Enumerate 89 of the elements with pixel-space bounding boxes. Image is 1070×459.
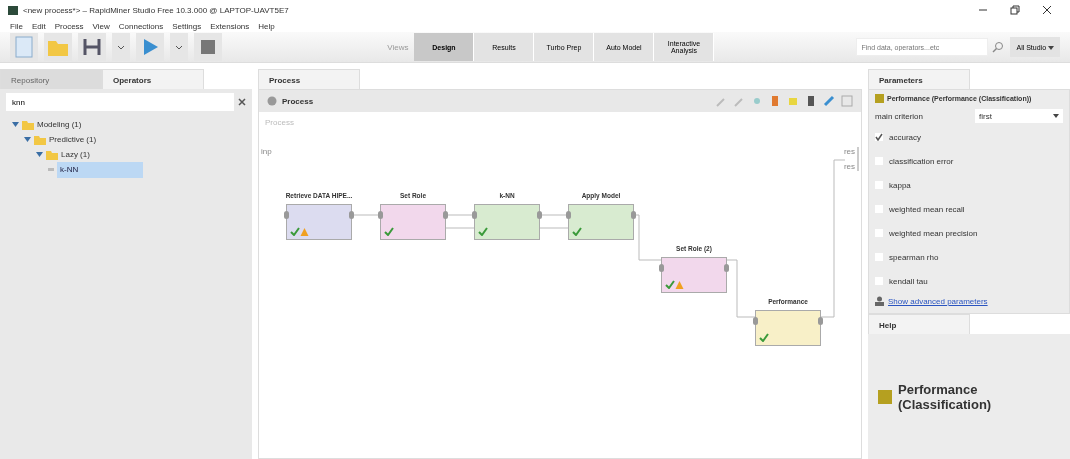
menu-item[interactable]: Settings [172, 21, 202, 31]
connection-line [444, 227, 476, 229]
port-label: res [843, 147, 855, 156]
output-port[interactable] [724, 264, 729, 272]
note-icon[interactable] [787, 95, 799, 107]
criterion-label: accuracy [889, 132, 921, 142]
tree-item[interactable]: Modeling (1) [37, 120, 82, 129]
input-port[interactable] [284, 211, 289, 219]
clear-icon[interactable] [238, 98, 246, 106]
save-icon[interactable] [78, 33, 106, 61]
operator-node[interactable] [286, 204, 352, 240]
panel-tab[interactable]: Process [258, 69, 360, 89]
pin-icon[interactable] [751, 95, 763, 107]
menu-item[interactable]: Process [54, 21, 84, 31]
expand-arrow-icon[interactable] [36, 151, 43, 158]
menu-item[interactable]: Edit [31, 21, 46, 31]
folder-icon [22, 119, 34, 130]
output-port[interactable] [818, 317, 823, 325]
input-port[interactable] [566, 211, 571, 219]
operator-icon [878, 389, 892, 404]
app-icon [8, 5, 18, 15]
folder-icon [34, 134, 46, 145]
parameter-label: main criterion [875, 111, 923, 121]
panel-tab[interactable]: Parameters [868, 69, 970, 89]
tree-item[interactable]: k-NN [57, 161, 143, 178]
menu-item[interactable]: View [92, 21, 110, 31]
criterion-label: weighted mean recall [889, 204, 965, 214]
criterion-label: kendall tau [889, 276, 928, 286]
document-icon[interactable] [805, 95, 817, 107]
expand-arrow-icon[interactable] [24, 136, 31, 143]
menu-item[interactable]: Extensions [210, 21, 250, 31]
folder-icon [46, 149, 58, 160]
panel-tab[interactable]: Operators [102, 69, 204, 89]
operator-node[interactable] [755, 310, 821, 346]
run-icon[interactable] [136, 33, 164, 61]
people-icon [875, 296, 884, 306]
advanced-parameters-link[interactable]: Show advanced parameters [888, 296, 988, 306]
menu-item[interactable]: Help [258, 21, 275, 31]
operator-search-field[interactable]: knn [6, 93, 234, 111]
stop-icon[interactable] [194, 33, 222, 61]
caret-icon[interactable] [1048, 45, 1054, 50]
new-process-icon[interactable] [10, 33, 38, 61]
input-port[interactable] [753, 317, 758, 325]
gear-icon [267, 96, 277, 106]
panel-tab[interactable]: Repository [0, 69, 102, 89]
caret-icon[interactable] [1053, 114, 1059, 118]
input-port[interactable] [659, 264, 664, 272]
panel-icon[interactable] [841, 95, 853, 107]
input-port[interactable] [472, 211, 477, 219]
operator-node[interactable] [474, 204, 540, 240]
restore-icon[interactable] [1010, 5, 1020, 15]
breadcrumb[interactable]: Process [282, 96, 314, 106]
search-icon[interactable] [992, 41, 1005, 53]
wrench-icon[interactable] [733, 95, 745, 107]
operator-node[interactable] [661, 257, 727, 293]
output-port[interactable] [631, 211, 636, 219]
connection-line [538, 227, 570, 229]
tree-item[interactable]: Lazy (1) [61, 150, 90, 159]
window-title: <new process*> – RapidMiner Studio Free 10.3.000 @ LAPTOP-UAVT5E7 [23, 5, 289, 15]
close-icon[interactable] [1042, 5, 1052, 15]
criterion-label: weighted mean precision [889, 228, 978, 238]
brush-icon[interactable] [823, 95, 835, 107]
criterion-label: kappa [889, 180, 911, 190]
connection-line [725, 259, 757, 318]
output-port[interactable] [443, 211, 448, 219]
operator-node[interactable] [380, 204, 446, 240]
port-label: inp [261, 147, 272, 156]
criterion-label: spearman rho [889, 252, 939, 262]
views-label: Views [387, 42, 409, 52]
canvas-label: Process [265, 118, 294, 127]
input-port[interactable] [378, 211, 383, 219]
criterion-label: classification error [889, 156, 954, 166]
folder-icon[interactable] [44, 33, 72, 61]
tree-item[interactable]: Predictive (1) [49, 135, 97, 144]
operator-icon [875, 94, 884, 103]
operator-icon [48, 168, 54, 171]
expand-arrow-icon[interactable] [12, 121, 19, 128]
help-title: Performance (Classification) [898, 381, 993, 412]
criterion-dropdown[interactable]: first [975, 109, 1063, 123]
port-label: res [843, 162, 855, 171]
menu-item[interactable]: File [10, 21, 23, 31]
output-port[interactable] [537, 211, 542, 219]
operator-node[interactable] [568, 204, 634, 240]
output-port[interactable] [349, 211, 354, 219]
panel-tab[interactable]: Help [868, 314, 970, 334]
bookmark-icon[interactable] [769, 95, 781, 107]
menu-item[interactable]: Connections [118, 21, 164, 31]
checkbox[interactable] [875, 133, 883, 141]
wrench-icon[interactable] [715, 95, 727, 107]
